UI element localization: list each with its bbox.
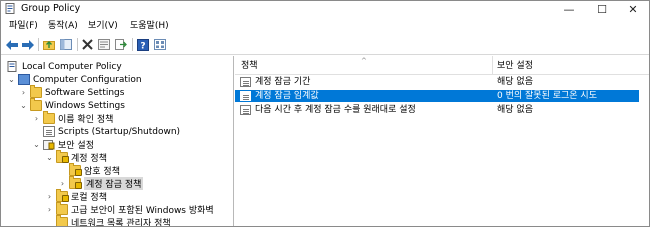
- tree-node-security-settings[interactable]: ⌄ 보안 설정: [32, 138, 94, 151]
- folder-icon: [30, 98, 42, 111]
- group-policy-app-icon: [5, 3, 15, 14]
- tree-node-windows-settings[interactable]: ⌄ Windows Settings: [19, 98, 125, 112]
- folder-lock-icon: [69, 163, 82, 176]
- chevron-right-icon[interactable]: ›: [19, 86, 28, 99]
- column-divider[interactable]: [492, 56, 493, 74]
- tree-node-label: Local Computer Policy: [22, 61, 122, 72]
- navigation-tree: Local Computer Policy ⌄ Computer Configu…: [1, 56, 234, 226]
- folder-icon: [30, 85, 42, 98]
- menu-view[interactable]: 보기(V): [88, 21, 118, 32]
- tree-node-label: 이름 확인 정책: [58, 115, 114, 125]
- tree-node-password-policy[interactable]: 암호 정책: [58, 163, 120, 177]
- window-title: Group Policy: [21, 3, 81, 14]
- policy-row[interactable]: 계정 잠금 기간 해당 없음: [235, 76, 639, 88]
- policy-setting-value: 0 번의 잘못된 로그온 시도: [497, 91, 597, 101]
- policy-setting-icon: [240, 105, 251, 115]
- folder-lock-icon: [56, 150, 69, 163]
- chevron-down-icon[interactable]: ⌄: [19, 99, 28, 112]
- minimize-button[interactable]: —: [554, 1, 584, 18]
- tree-node-label: 암호 정책: [84, 167, 120, 177]
- tree-node-local-computer-policy[interactable]: Local Computer Policy: [7, 60, 122, 73]
- close-button[interactable]: ✕: [618, 1, 648, 18]
- tree-node-label: 계정 정책: [71, 154, 107, 164]
- tree-node-network-list-manager[interactable]: 네트워크 목록 관리자 정책: [45, 215, 171, 226]
- tree-node-label: Computer Configuration: [33, 74, 142, 85]
- column-header-policy[interactable]: 정책: [241, 61, 258, 71]
- toolbar: ?: [1, 35, 649, 55]
- policy-name: 계정 잠금 기간: [255, 77, 311, 87]
- tree-node-label: Software Settings: [45, 87, 125, 98]
- policy-setting-icon: [240, 77, 251, 87]
- title-bar: Group Policy — ☐ ✕: [1, 1, 649, 18]
- help-icon[interactable]: ?: [136, 38, 149, 51]
- chevron-down-icon[interactable]: ⌄: [32, 138, 41, 151]
- folder-lock-icon: [56, 189, 69, 202]
- policy-icon: [7, 61, 19, 72]
- folder-icon: [56, 202, 68, 215]
- chevron-down-icon[interactable]: ⌄: [45, 151, 54, 164]
- policy-row-selected[interactable]: 계정 잠금 임계값 0 번의 잘못된 로그온 시도: [235, 90, 639, 102]
- menu-help[interactable]: 도움말(H): [130, 21, 169, 32]
- tree-node-label: 로컬 정책: [71, 193, 107, 203]
- tree-node-windows-firewall[interactable]: › 고급 보안이 포함된 Windows 방화벽: [45, 202, 214, 216]
- menu-file[interactable]: 파일(F): [9, 21, 38, 32]
- script-icon: [43, 126, 55, 137]
- policy-setting-value: 해당 없음: [497, 105, 533, 115]
- up-folder-icon[interactable]: [42, 38, 55, 51]
- tree-node-computer-configuration[interactable]: ⌄ Computer Configuration: [7, 73, 142, 86]
- folder-lock-icon: [69, 176, 82, 189]
- properties-icon[interactable]: [97, 38, 110, 51]
- delete-icon[interactable]: [81, 38, 94, 51]
- tree-node-name-resolution-policy[interactable]: › 이름 확인 정책: [32, 111, 114, 125]
- menu-bar: 파일(F) 동작(A) 보기(V) 도움말(H): [1, 18, 649, 35]
- group-policy-window: Group Policy — ☐ ✕ 파일(F) 동작(A) 보기(V) 도움말…: [0, 0, 650, 227]
- maximize-button[interactable]: ☐: [587, 1, 617, 18]
- policy-setting-value: 해당 없음: [497, 77, 533, 87]
- tree-node-label: 보안 설정: [58, 141, 94, 151]
- policy-row[interactable]: 다음 시간 후 계정 잠금 수를 원래대로 설정 해당 없음: [235, 104, 639, 116]
- column-header-security-setting[interactable]: 보안 설정: [497, 61, 533, 71]
- chevron-right-icon[interactable]: ›: [45, 190, 54, 203]
- forward-arrow-icon[interactable]: [21, 38, 34, 51]
- tree-node-label: 고급 보안이 포함된 Windows 방화벽: [71, 206, 214, 216]
- toolbar-separator: [132, 38, 133, 51]
- export-list-icon[interactable]: [114, 38, 127, 51]
- chevron-right-icon[interactable]: ›: [45, 203, 54, 216]
- menu-action[interactable]: 동작(A): [48, 21, 78, 32]
- sort-ascending-icon: ^: [361, 57, 367, 65]
- chevron-right-icon[interactable]: ›: [32, 112, 41, 125]
- svg-text:?: ?: [140, 41, 145, 51]
- tree-node-account-lockout-policy[interactable]: › 계정 잠금 정책: [58, 176, 144, 190]
- policy-list: ^ 정책 보안 설정 계정 잠금 기간 해당 없음 계정 잠금 임계값 0 번의…: [235, 56, 649, 226]
- tree-node-local-policies[interactable]: › 로컬 정책: [45, 189, 107, 203]
- folder-icon: [56, 215, 68, 226]
- policy-name: 계정 잠금 임계값: [255, 91, 319, 101]
- tree-node-account-policies[interactable]: ⌄ 계정 정책: [45, 150, 107, 164]
- back-arrow-icon[interactable]: [5, 38, 18, 51]
- tree-node-label: Windows Settings: [45, 100, 125, 111]
- computer-icon: [18, 74, 30, 85]
- tree-node-scripts[interactable]: Scripts (Startup/Shutdown): [32, 125, 180, 138]
- policy-name: 다음 시간 후 계정 잠금 수를 원래대로 설정: [255, 105, 416, 115]
- chevron-down-icon[interactable]: ⌄: [7, 73, 16, 86]
- show-hide-tree-icon[interactable]: [59, 38, 72, 51]
- tree-node-label: 계정 잠금 정책: [84, 177, 144, 190]
- policy-setting-icon: [240, 91, 251, 101]
- tree-node-label: 네트워크 목록 관리자 정책: [71, 219, 171, 226]
- view-icon[interactable]: [153, 38, 166, 51]
- folder-icon: [43, 111, 55, 124]
- tree-node-label: Scripts (Startup/Shutdown): [58, 126, 181, 137]
- toolbar-separator: [77, 38, 78, 51]
- list-header: ^ 정책 보안 설정: [235, 56, 649, 75]
- security-icon: [43, 139, 55, 150]
- toolbar-separator: [38, 38, 39, 51]
